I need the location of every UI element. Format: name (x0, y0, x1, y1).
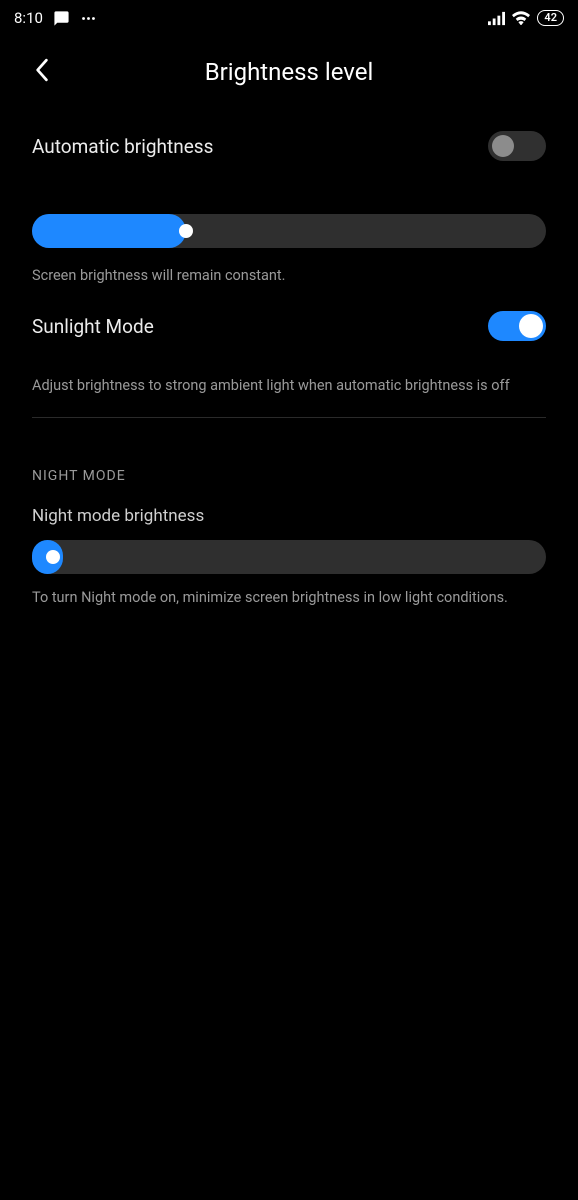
battery-indicator: 42 (537, 10, 564, 26)
brightness-desc: Screen brightness will remain constant. (32, 266, 546, 286)
page-header: Brightness level (0, 36, 578, 108)
night-mode-desc: To turn Night mode on, minimize screen b… (32, 588, 546, 608)
automatic-brightness-row: Automatic brightness (32, 114, 546, 178)
status-time: 8:10 (14, 9, 43, 27)
status-bar: 8:10 42 (0, 0, 578, 36)
automatic-brightness-toggle[interactable] (488, 131, 546, 161)
back-button[interactable] (24, 54, 60, 90)
sunlight-mode-desc: Adjust brightness to strong ambient ligh… (32, 376, 546, 396)
signal-icon (488, 11, 505, 26)
page-title: Brightness level (0, 58, 578, 86)
message-icon (53, 10, 70, 27)
night-mode-section-header: NIGHT MODE (32, 468, 546, 484)
more-icon (80, 10, 97, 27)
chevron-left-icon (35, 58, 49, 86)
divider (32, 417, 546, 418)
night-mode-slider[interactable] (32, 540, 546, 574)
sunlight-mode-toggle[interactable] (488, 311, 546, 341)
wifi-icon (512, 11, 530, 25)
automatic-brightness-label: Automatic brightness (32, 135, 213, 158)
sunlight-mode-row: Sunlight Mode (32, 294, 546, 358)
sunlight-mode-label: Sunlight Mode (32, 315, 154, 338)
brightness-slider[interactable] (32, 214, 546, 248)
night-mode-brightness-label: Night mode brightness (32, 506, 546, 526)
